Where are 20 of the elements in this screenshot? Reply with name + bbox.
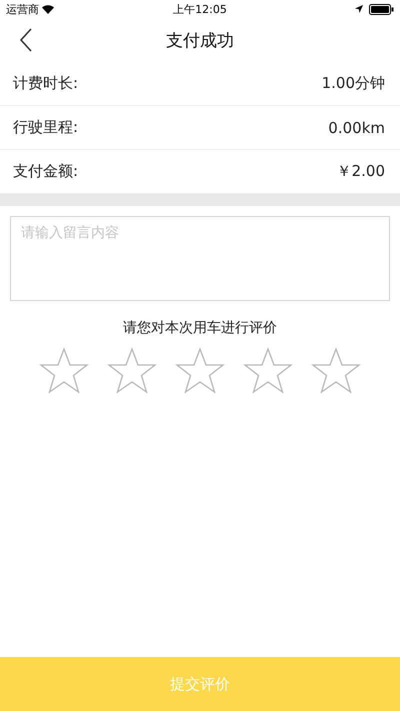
detail-label: 支付金额:: [13, 162, 78, 181]
detail-value: ￥2.00: [336, 162, 385, 181]
detail-value: 1.00分钟: [322, 74, 385, 93]
rating-prompt: 请您对本次用车进行评价: [122, 319, 278, 337]
submit-button[interactable]: 提交评价: [0, 657, 400, 711]
location-arrow-icon: [355, 5, 364, 13]
star-icon[interactable]: [243, 347, 293, 395]
star-icon[interactable]: [311, 347, 361, 395]
detail-label: 行驶里程:: [13, 118, 78, 137]
clock-time: 上午12:05: [173, 2, 227, 16]
star-icon[interactable]: [39, 347, 89, 395]
wifi-icon: [42, 4, 54, 14]
star-icon[interactable]: [107, 347, 157, 395]
page-title: 支付成功: [166, 30, 234, 52]
detail-value: 0.00km: [328, 118, 385, 136]
comment-field[interactable]: 请输入留言内容: [10, 216, 390, 301]
star-icon[interactable]: [175, 347, 225, 395]
detail-label: 计费时长:: [13, 74, 78, 93]
battery-icon: [369, 4, 394, 14]
carrier-label: 运营商: [6, 2, 39, 16]
